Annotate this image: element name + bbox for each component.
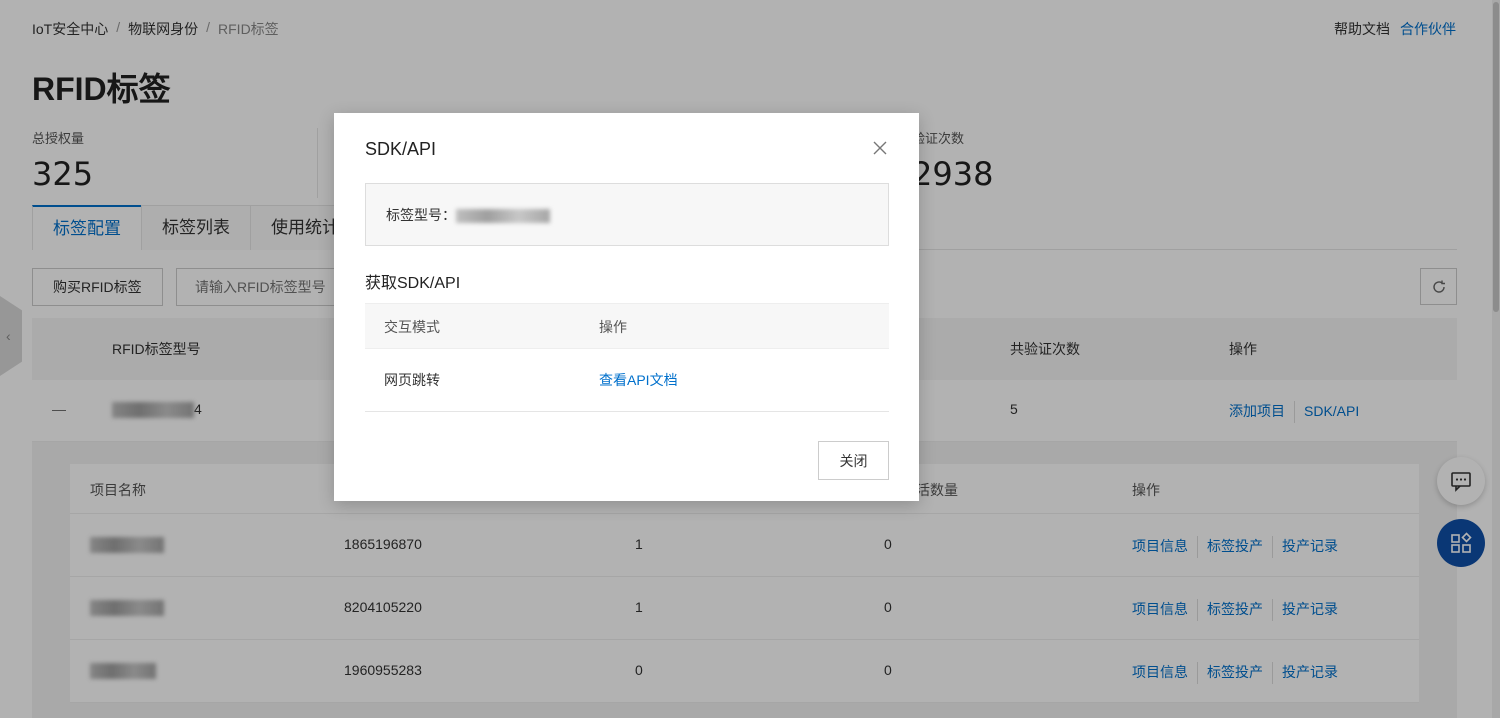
tag-model-label: 标签型号： <box>386 207 456 223</box>
redacted-text <box>456 209 550 224</box>
tag-model-info: 标签型号： <box>365 183 889 246</box>
sdk-table-header: 交互模式 操作 <box>365 303 889 348</box>
sdk-table: 交互模式 操作 网页跳转 查看API文档 <box>365 303 889 412</box>
header-mode: 交互模式 <box>384 319 440 335</box>
dialog-title: SDK/API <box>365 139 437 159</box>
header-action: 操作 <box>599 319 627 335</box>
table-row: 网页跳转 查看API文档 <box>365 348 889 412</box>
close-icon[interactable] <box>871 139 889 157</box>
mode-cell: 网页跳转 <box>384 372 440 388</box>
close-button[interactable]: 关闭 <box>818 441 889 480</box>
sdk-api-dialog: SDK/API 标签型号： 获取SDK/API 交互模式 操作 网页跳转 查看A… <box>334 113 919 501</box>
view-api-docs-link[interactable]: 查看API文档 <box>599 370 678 390</box>
section-title: 获取SDK/API <box>365 275 461 292</box>
